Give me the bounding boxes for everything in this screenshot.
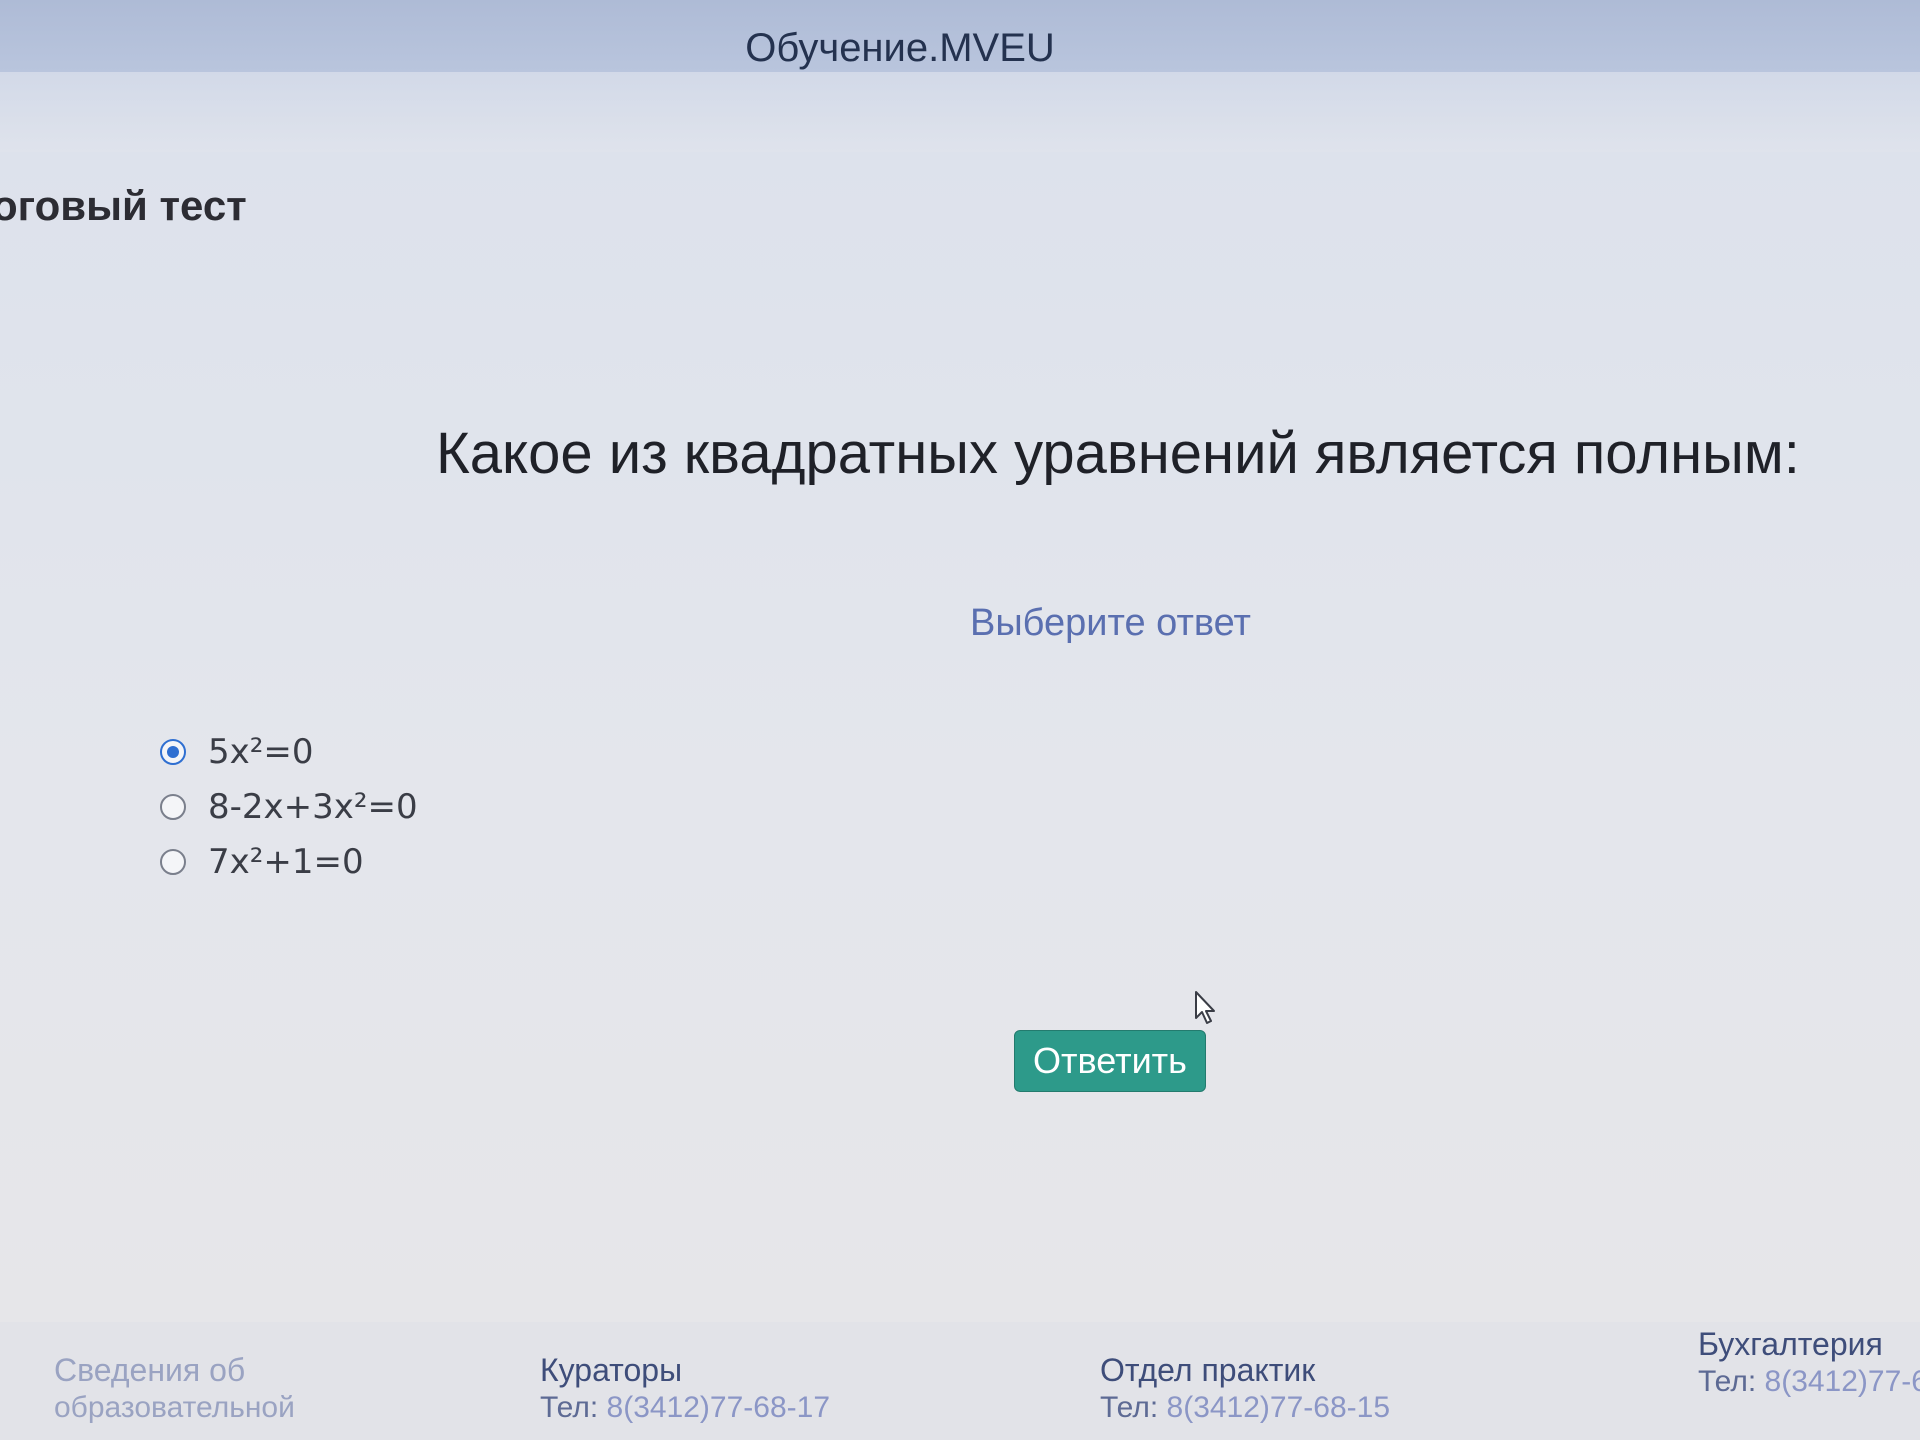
answer-hint: Выберите ответ — [970, 602, 1251, 644]
footer: Сведения об образовательной Кураторы Тел… — [0, 1322, 1920, 1440]
footer-accounting-column: Бухгалтерия Тел: 8(3412)77-6 — [1698, 1326, 1920, 1399]
footer-curators-phone: Тел: 8(3412)77-68-17 — [540, 1391, 830, 1425]
radio-button[interactable] — [160, 848, 186, 875]
footer-curators-heading: Кураторы — [540, 1352, 683, 1388]
answer-option-label: 7x²+1=0 — [208, 841, 364, 882]
submit-answer-button[interactable]: Ответить — [1014, 1030, 1206, 1092]
phone-prefix: Тел: — [1698, 1365, 1757, 1398]
phone-link[interactable]: 8(3412)77-68-15 — [1167, 1391, 1391, 1424]
phone-link[interactable]: 8(3412)77-6 — [1765, 1365, 1920, 1398]
question-text: Какое из квадратных уравнений является п… — [436, 421, 1800, 486]
answer-options: 5x²=0 8-2x+3x²=0 7x²+1=0 — [160, 724, 418, 889]
answer-option[interactable]: 7x²+1=0 — [160, 834, 418, 889]
footer-accounting-phone: Тел: 8(3412)77-6 — [1698, 1365, 1920, 1399]
footer-practice-column: Отдел практик Тел: 8(3412)77-68-15 — [1100, 1352, 1390, 1425]
answer-option[interactable]: 8-2x+3x²=0 — [160, 779, 418, 834]
section-title: тоговый тест — [0, 182, 247, 229]
radio-button[interactable] — [160, 738, 186, 765]
footer-practice-heading: Отдел практик — [1100, 1352, 1316, 1388]
footer-info-link-line2[interactable]: образовательной — [54, 1391, 295, 1425]
phone-link[interactable]: 8(3412)77-68-17 — [607, 1391, 831, 1424]
radio-button[interactable] — [160, 793, 186, 820]
footer-info-column: Сведения об образовательной — [54, 1352, 295, 1425]
site-title[interactable]: Обучение.MVEU — [0, 26, 1800, 71]
footer-curators-column: Кураторы Тел: 8(3412)77-68-17 — [540, 1352, 830, 1425]
top-bar: Обучение.MVEU — [0, 0, 1920, 74]
phone-prefix: Тел: — [1100, 1391, 1159, 1424]
header-shadow — [0, 72, 1920, 152]
answer-option[interactable]: 5x²=0 — [160, 724, 418, 779]
footer-accounting-heading: Бухгалтерия — [1698, 1326, 1883, 1362]
answer-option-label: 8-2x+3x²=0 — [208, 786, 418, 827]
phone-prefix: Тел: — [540, 1391, 599, 1424]
mouse-cursor-icon — [1195, 991, 1215, 1024]
footer-practice-phone: Тел: 8(3412)77-68-15 — [1100, 1391, 1390, 1425]
footer-info-link[interactable]: Сведения об — [54, 1352, 295, 1389]
answer-option-label: 5x²=0 — [208, 731, 314, 772]
